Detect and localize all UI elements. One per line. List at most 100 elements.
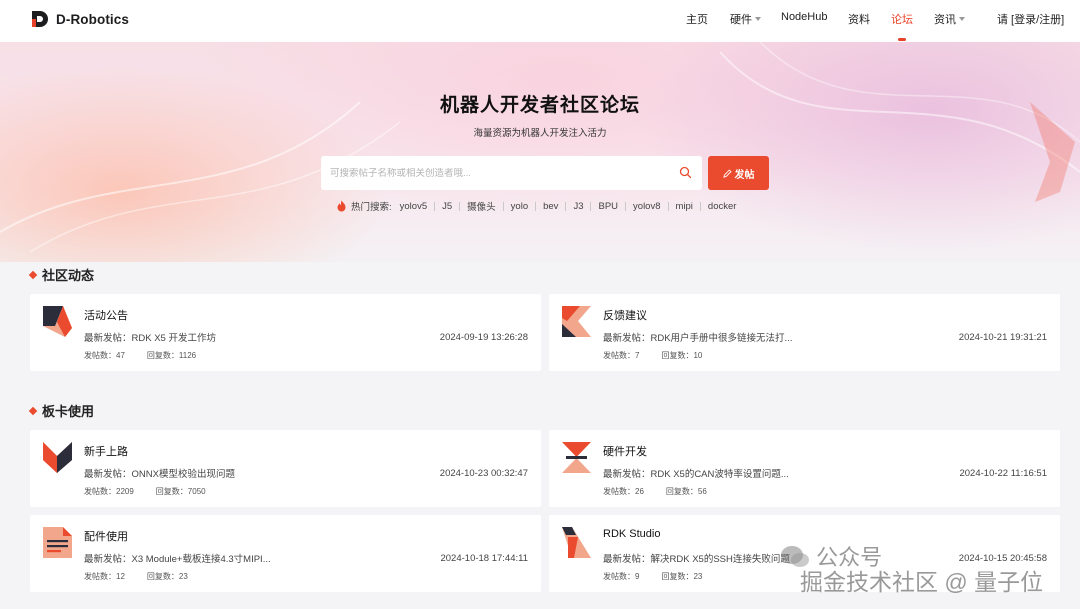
hot-search-term[interactable]: yolov5 <box>400 201 427 212</box>
section-title-boards: 板卡使用 <box>28 401 95 420</box>
card-title: 反馈建议 <box>603 310 647 322</box>
new-post-button[interactable]: 发帖 <box>708 156 769 190</box>
hot-search-term[interactable]: docker <box>708 201 737 212</box>
card-latest-post: 最新发帖：RDK X5的CAN波特率设置问题... <box>603 469 789 480</box>
getting-started-board-icon <box>43 442 72 473</box>
posts-label: 发帖数： <box>603 351 635 360</box>
active-nav-indicator <box>898 38 906 41</box>
separator <box>434 201 436 211</box>
rdk-studio-board-icon <box>562 527 591 558</box>
replies-count: 7050 <box>187 487 206 496</box>
replies-label: 回复数： <box>661 572 694 581</box>
hot-search-term[interactable]: mipi <box>676 201 693 212</box>
hero-banner: 机器人开发者社区论坛 海量资源为机器人开发注入活力 发帖 热门搜索: yolov… <box>0 42 1080 262</box>
nav-label: 论坛 <box>891 14 913 26</box>
login-label: 请 [登录/注册] <box>997 14 1065 26</box>
fire-icon <box>337 200 346 212</box>
card-stats: 发帖数：47 回复数：1126 <box>84 350 196 361</box>
replies-label: 回复数： <box>661 351 694 360</box>
nav-item-news[interactable]: 资讯 <box>934 11 965 27</box>
posts-count: 9 <box>635 572 640 581</box>
hot-searches: 热门搜索: yolov5 J5 摄像头 yolo bev J3 BPU yolo… <box>336 199 736 213</box>
search-input[interactable] <box>330 167 670 179</box>
page-title: 机器人开发者社区论坛 <box>439 95 640 116</box>
card-last-updated: 2024-10-15 20:45:58 <box>958 553 1047 564</box>
replies-count: 10 <box>693 351 703 360</box>
card-latest-post: 最新发帖：ONNX模型校验出现问题 <box>84 469 235 480</box>
forum-card-accessories[interactable]: 配件使用 最新发帖：X3 Module+载板连接4.3寸MIPI... 发帖数：… <box>30 515 541 592</box>
nav-item-home[interactable]: 主页 <box>686 11 708 27</box>
nav-label: 资料 <box>848 14 870 26</box>
replies-label: 回复数： <box>155 487 188 496</box>
card-stats: 发帖数：9 回复数：23 <box>603 571 702 582</box>
forum-card-announcements[interactable]: 活动公告 最新发帖：RDK X5 开发工作坊 发帖数：47 回复数：1126 20… <box>30 294 541 371</box>
card-last-updated: 2024-10-21 19:31:21 <box>958 332 1047 343</box>
diamond-bullet-icon <box>28 270 38 279</box>
forum-card-hardware-dev[interactable]: 硬件开发 最新发帖：RDK X5的CAN波特率设置问题... 发帖数：26 回复数… <box>549 430 1060 507</box>
hot-search-term[interactable]: bev <box>543 201 558 212</box>
posts-count: 12 <box>116 572 125 581</box>
login-register-link[interactable]: 请 [登录/注册] <box>997 11 1064 27</box>
forum-card-getting-started[interactable]: 新手上路 最新发帖：ONNX模型校验出现问题 发帖数：2209 回复数：7050 … <box>30 430 541 507</box>
card-stats: 发帖数：12 回复数：23 <box>84 571 188 582</box>
separator <box>667 201 669 211</box>
nav-item-nodehub[interactable]: NodeHub <box>781 11 827 23</box>
card-stats: 发帖数：7 回复数：10 <box>603 350 702 361</box>
card-title: 配件使用 <box>84 531 128 543</box>
forum-card-feedback[interactable]: 反馈建议 最新发帖：RDK用户手册中很多链接无法打... 发帖数：7 回复数：10… <box>549 294 1060 371</box>
accessories-board-icon <box>43 527 72 558</box>
nav-item-hardware[interactable]: 硬件 <box>730 11 761 27</box>
posts-label: 发帖数： <box>84 351 116 360</box>
announcement-board-icon <box>43 306 72 337</box>
posts-count: 26 <box>635 487 644 496</box>
section-title-community: 社区动态 <box>28 265 95 284</box>
separator <box>699 201 701 211</box>
posts-label: 发帖数： <box>84 572 116 581</box>
hardware-dev-board-icon <box>562 442 591 473</box>
hot-search-term[interactable]: yolo <box>511 201 528 212</box>
card-title: 新手上路 <box>84 446 128 458</box>
card-latest-post: 最新发帖：RDK X5 开发工作坊 <box>84 333 216 344</box>
posts-count: 2209 <box>116 487 134 496</box>
page-subtitle: 海量资源为机器人开发注入活力 <box>473 128 607 139</box>
card-title: RDK Studio <box>603 528 661 540</box>
nav-item-forum[interactable]: 论坛 <box>891 11 913 41</box>
card-title: 活动公告 <box>84 310 128 322</box>
replies-count: 56 <box>697 487 707 496</box>
replies-count: 1126 <box>178 351 197 360</box>
replies-label: 回复数： <box>146 351 179 360</box>
card-last-updated: 2024-09-19 13:26:28 <box>439 332 528 343</box>
hot-search-term[interactable]: 摄像头 <box>467 199 496 213</box>
section-title-text: 社区动态 <box>42 268 95 283</box>
card-latest-post: 最新发帖：X3 Module+载板连接4.3寸MIPI... <box>84 554 271 565</box>
hot-search-term[interactable]: BPU <box>598 201 618 212</box>
posts-label: 发帖数： <box>84 487 116 496</box>
hot-search-label: 热门搜索: <box>351 202 392 213</box>
main-nav: 主页 硬件 NodeHub 资料 论坛 资讯 请 [登录/注册] <box>0 0 1080 42</box>
posts-label: 发帖数： <box>603 572 635 581</box>
nav-item-docs[interactable]: 资料 <box>848 11 870 27</box>
nav-label: 资讯 <box>934 14 956 26</box>
replies-count: 23 <box>693 572 703 581</box>
search-icon[interactable] <box>679 166 692 179</box>
hot-search-term[interactable]: J5 <box>442 201 452 212</box>
card-title: 硬件开发 <box>603 446 647 458</box>
posts-count: 47 <box>116 351 125 360</box>
hot-search-term[interactable]: yolov8 <box>633 201 660 212</box>
top-navbar: D-Robotics 主页 硬件 NodeHub 资料 论坛 资讯 请 [登录/… <box>0 0 1080 42</box>
card-latest-post: 最新发帖：RDK用户手册中很多链接无法打... <box>603 333 793 344</box>
forum-card-rdk-studio[interactable]: RDK Studio 最新发帖：解决RDK X5的SSH连接失败问题 发帖数：9… <box>549 515 1060 592</box>
posts-label: 发帖数： <box>603 487 635 496</box>
new-post-label: 发帖 <box>734 169 755 181</box>
section-title-text: 板卡使用 <box>42 404 95 419</box>
replies-count: 23 <box>178 572 188 581</box>
card-latest-post: 最新发帖：解决RDK X5的SSH连接失败问题 <box>603 554 790 565</box>
separator <box>565 201 567 211</box>
search-box <box>321 156 702 190</box>
card-last-updated: 2024-10-18 17:44:11 <box>440 553 528 564</box>
hot-search-term[interactable]: J3 <box>573 201 583 212</box>
replies-label: 回复数： <box>146 572 179 581</box>
separator <box>535 201 537 211</box>
feedback-board-icon <box>562 306 591 337</box>
replies-label: 回复数： <box>665 487 698 496</box>
